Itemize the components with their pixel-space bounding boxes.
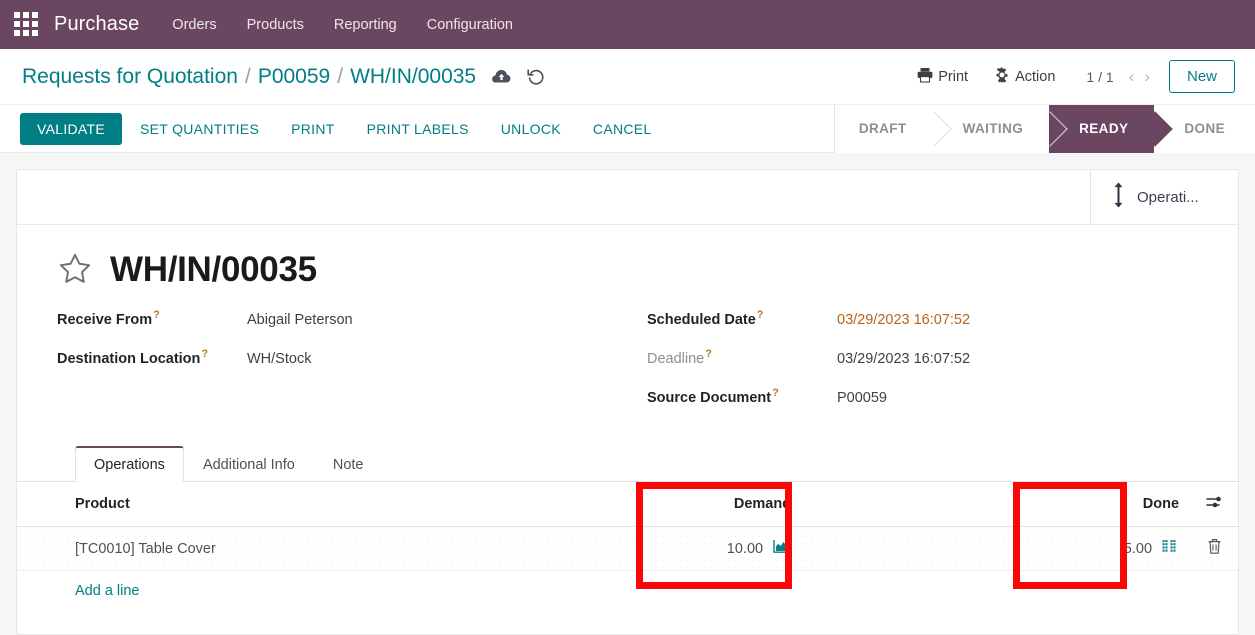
- column-header-demand: Demand: [629, 482, 804, 527]
- label-text: Receive From: [57, 311, 153, 328]
- print-button-label: Print: [938, 68, 969, 85]
- nav-item-reporting[interactable]: Reporting: [319, 3, 412, 47]
- cell-demand-value: 10.00: [726, 540, 764, 557]
- form-fields: Receive From? Abigail Peterson Destinati…: [17, 287, 1238, 426]
- printer-icon: [917, 67, 933, 87]
- field-source-document: Source Document? P00059: [647, 387, 1207, 426]
- print-action-button[interactable]: PRINT: [277, 114, 349, 144]
- column-header-done: Done: [803, 482, 1192, 527]
- cell-done-value: 5.00: [1123, 540, 1153, 557]
- field-scheduled-date: Scheduled Date? 03/29/2023 16:07:52: [647, 309, 1207, 348]
- label-text: Deadline: [647, 350, 705, 367]
- breadcrumb-root[interactable]: Requests for Quotation: [22, 65, 238, 89]
- field-label-destination-location: Destination Location?: [57, 348, 247, 367]
- pager-next-icon[interactable]: ›: [1139, 67, 1155, 87]
- breadcrumb-current: WH/IN/00035: [350, 64, 477, 88]
- breadcrumb-separator-2: /: [337, 64, 344, 88]
- optional-columns-toggle[interactable]: [1191, 482, 1238, 527]
- pager-counter: 1 / 1: [1086, 68, 1114, 85]
- validate-button[interactable]: VALIDATE: [20, 112, 123, 145]
- field-deadline: Deadline? 03/29/2023 16:07:52: [647, 348, 1207, 387]
- cell-demand[interactable]: 10.00: [629, 526, 804, 571]
- smart-button-label: Operati...: [1137, 188, 1199, 206]
- table-header-row: Product Demand Done: [17, 482, 1238, 527]
- field-label-receive-from: Receive From?: [57, 309, 247, 328]
- page-title: WH/IN/00035: [110, 249, 317, 289]
- breadcrumb: Requests for Quotation / P00059 / WH/IN/…: [22, 65, 476, 89]
- operations-table: Product Demand Done [TC0010] Table Cover…: [17, 482, 1238, 571]
- breadcrumb-separator-1: /: [244, 64, 251, 88]
- nav-item-products[interactable]: Products: [232, 3, 319, 47]
- app-brand-purchase[interactable]: Purchase: [50, 13, 157, 36]
- cloud-upload-icon[interactable]: [492, 69, 511, 84]
- delete-row-button[interactable]: [1191, 526, 1238, 571]
- field-receive-from: Receive From? Abigail Peterson: [57, 309, 647, 348]
- tab-additional-info[interactable]: Additional Info: [184, 446, 314, 482]
- tab-operations[interactable]: Operations: [75, 446, 184, 482]
- field-value-receive-from[interactable]: Abigail Peterson: [247, 312, 353, 328]
- print-labels-button[interactable]: PRINT LABELS: [353, 114, 483, 144]
- record-title-row: WH/IN/00035: [17, 225, 1238, 287]
- breadcrumb-parent[interactable]: P00059: [258, 65, 330, 89]
- set-quantities-button[interactable]: SET QUANTITIES: [126, 114, 273, 144]
- action-button-label: Action: [1015, 68, 1056, 85]
- apps-grid-icon[interactable]: [14, 11, 40, 38]
- star-outline-icon[interactable]: [57, 251, 93, 287]
- field-value-destination-location[interactable]: WH/Stock: [247, 351, 311, 367]
- form-column-right: Scheduled Date? 03/29/2023 16:07:52 Dead…: [647, 309, 1207, 426]
- new-button[interactable]: New: [1168, 60, 1235, 93]
- forecast-chart-icon[interactable]: [773, 539, 791, 558]
- form-column-left: Receive From? Abigail Peterson Destinati…: [57, 309, 647, 426]
- nav-item-configuration[interactable]: Configuration: [412, 3, 528, 47]
- help-icon[interactable]: ?: [772, 387, 779, 399]
- field-destination-location: Destination Location? WH/Stock: [57, 348, 647, 387]
- label-text: Source Document: [647, 389, 772, 406]
- sheet-background: Operati... WH/IN/00035 Receive From? Abi…: [0, 153, 1255, 635]
- status-pipeline: DRAFT WAITING READY DONE: [833, 104, 1255, 153]
- arrows-vertical-icon: [1111, 182, 1126, 212]
- notebook: Operations Additional Info Note Product …: [17, 426, 1238, 611]
- smart-button-bar: Operati...: [17, 170, 1238, 225]
- print-button[interactable]: Print: [904, 61, 981, 93]
- top-navbar: Purchase Orders Products Reporting Confi…: [0, 0, 1255, 49]
- gear-icon: [994, 66, 1010, 87]
- field-label-source-document: Source Document?: [647, 387, 837, 406]
- tab-note[interactable]: Note: [314, 446, 383, 482]
- cancel-button[interactable]: CANCEL: [579, 114, 666, 144]
- smart-button-operations[interactable]: Operati...: [1090, 170, 1238, 224]
- add-a-line-button[interactable]: Add a line: [17, 571, 152, 611]
- cell-done[interactable]: 5.00: [803, 526, 1192, 571]
- help-icon[interactable]: ?: [705, 348, 712, 360]
- nav-item-orders[interactable]: Orders: [157, 3, 231, 47]
- pager-previous-icon[interactable]: ‹: [1124, 67, 1140, 87]
- discard-undo-icon[interactable]: [527, 68, 545, 86]
- record-sheet: Operati... WH/IN/00035 Receive From? Abi…: [16, 169, 1239, 635]
- field-value-scheduled-date[interactable]: 03/29/2023 16:07:52: [837, 312, 970, 328]
- detailed-operations-icon[interactable]: [1162, 539, 1179, 558]
- field-label-scheduled-date: Scheduled Date?: [647, 309, 837, 328]
- trash-icon: [1207, 539, 1222, 559]
- cell-product[interactable]: [TC0010] Table Cover: [17, 526, 630, 571]
- field-value-deadline: 03/29/2023 16:07:52: [837, 350, 971, 367]
- field-value-source-document[interactable]: P00059: [837, 390, 887, 406]
- help-icon[interactable]: ?: [201, 348, 208, 360]
- unlock-button[interactable]: UNLOCK: [487, 114, 575, 144]
- table-row[interactable]: [TC0010] Table Cover 10.00 5.00: [17, 526, 1238, 571]
- field-label-deadline: Deadline?: [647, 348, 837, 367]
- sliders-icon: [1205, 496, 1224, 513]
- label-text: Destination Location: [57, 350, 201, 367]
- control-panel: Requests for Quotation / P00059 / WH/IN/…: [0, 49, 1255, 153]
- label-text: Scheduled Date: [647, 311, 756, 328]
- action-button[interactable]: Action: [981, 61, 1068, 93]
- help-icon[interactable]: ?: [757, 309, 764, 321]
- column-header-product: Product: [17, 482, 630, 527]
- notebook-tabs: Operations Additional Info Note: [17, 446, 1238, 482]
- status-stage-draft[interactable]: DRAFT: [834, 104, 933, 153]
- help-icon[interactable]: ?: [153, 309, 160, 321]
